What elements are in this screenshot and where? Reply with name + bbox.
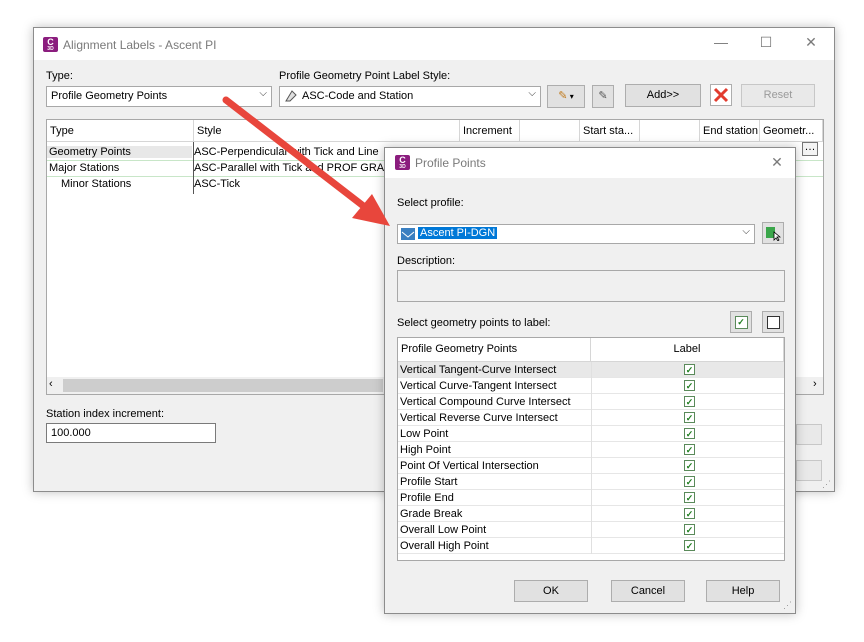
- annotation-arrow: [222, 96, 390, 226]
